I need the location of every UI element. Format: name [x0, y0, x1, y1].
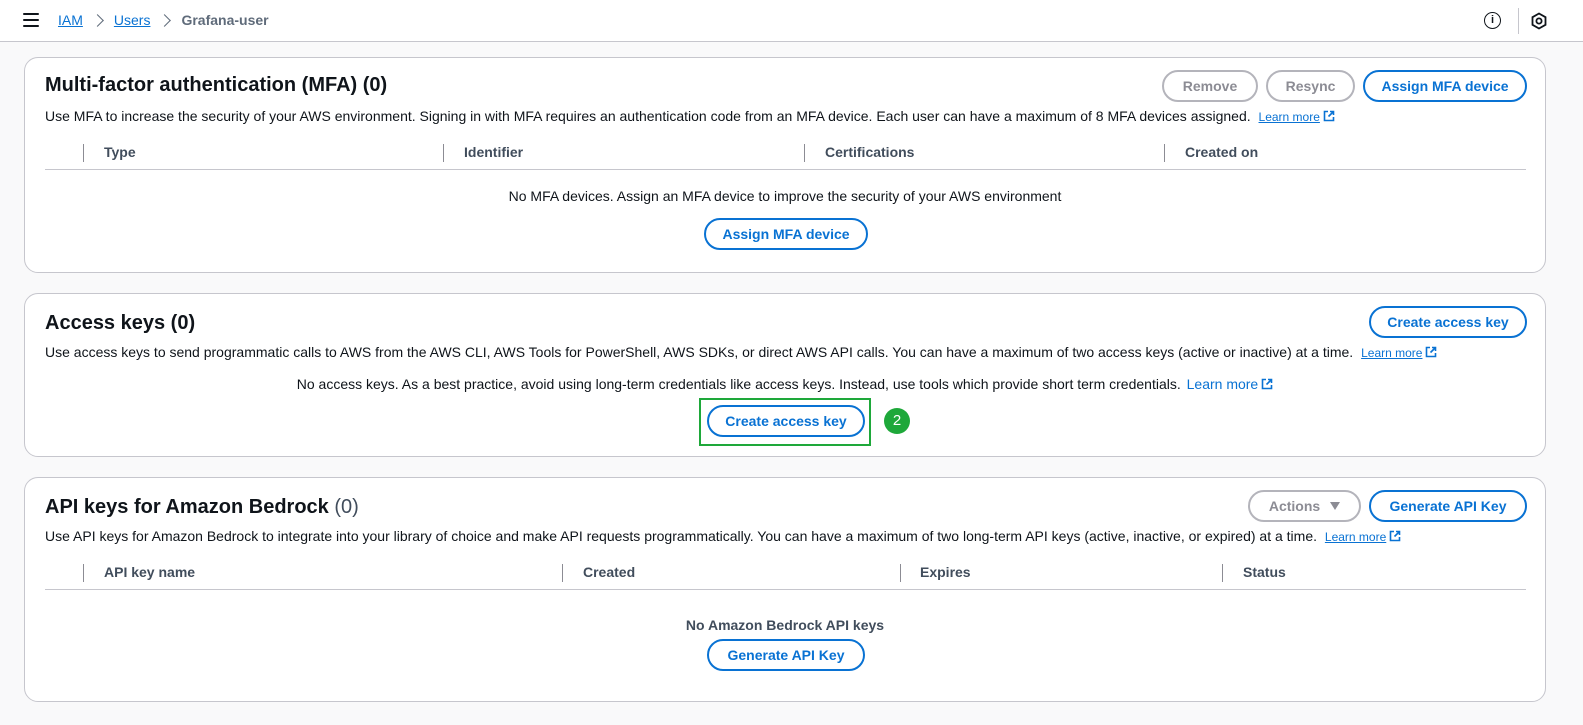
bedrock-learn-more-link[interactable]: Learn more — [1325, 530, 1386, 544]
resync-button[interactable]: Resync — [1266, 70, 1355, 102]
column-status[interactable]: Status — [1243, 564, 1286, 580]
column-divider — [1222, 564, 1223, 582]
divider — [1518, 8, 1519, 34]
mfa-panel: Multi-factor authentication (MFA) (0) Re… — [24, 57, 1546, 273]
column-identifier[interactable]: Identifier — [464, 144, 523, 160]
column-created-on[interactable]: Created on — [1185, 144, 1258, 160]
external-link-icon — [1261, 378, 1273, 390]
bedrock-title: API keys for Amazon Bedrock (0) — [45, 496, 359, 519]
top-navigation-bar: IAM Users Grafana-user i — [0, 0, 1583, 42]
breadcrumb-users[interactable]: Users — [114, 12, 151, 28]
access-keys-empty-text: No access keys. As a best practice, avoi… — [296, 376, 1181, 392]
hamburger-icon[interactable] — [23, 13, 39, 27]
remove-button[interactable]: Remove — [1162, 70, 1258, 102]
bedrock-description-text: Use API keys for Amazon Bedrock to integ… — [45, 528, 1317, 544]
generate-api-key-button[interactable]: Generate API Key — [1369, 490, 1527, 522]
external-link-icon — [1426, 346, 1437, 358]
mfa-empty-state-text: No MFA devices. Assign an MFA device to … — [508, 188, 1062, 204]
column-divider — [804, 144, 805, 162]
breadcrumb: IAM Users Grafana-user — [58, 12, 269, 28]
column-created[interactable]: Created — [583, 564, 635, 580]
column-divider — [1164, 144, 1165, 162]
mfa-description-text: Use MFA to increase the security of your… — [45, 108, 1251, 124]
create-access-key-button[interactable]: Create access key — [1369, 306, 1527, 338]
column-expires[interactable]: Expires — [920, 564, 971, 580]
mfa-learn-more-link[interactable]: Learn more — [1259, 110, 1320, 124]
column-certifications[interactable]: Certifications — [825, 144, 914, 160]
actions-dropdown-button[interactable]: Actions — [1248, 490, 1361, 522]
access-keys-empty-state: No access keys. As a best practice, avoi… — [25, 376, 1545, 392]
column-api-key-name[interactable]: API key name — [104, 564, 195, 580]
bedrock-title-text: API keys for Amazon Bedrock — [45, 496, 329, 518]
column-divider — [443, 144, 444, 162]
generate-api-key-empty-button[interactable]: Generate API Key — [707, 639, 865, 671]
bedrock-description: Use API keys for Amazon Bedrock to integ… — [45, 528, 1401, 544]
access-keys-empty-learn-more-link[interactable]: Learn more — [1187, 376, 1259, 392]
access-keys-title: Access keys (0) — [45, 312, 196, 334]
bedrock-api-keys-panel: API keys for Amazon Bedrock (0) Actions … — [24, 477, 1546, 702]
info-icon[interactable]: i — [1484, 12, 1501, 29]
bedrock-empty-state-text: No Amazon Bedrock API keys — [685, 617, 885, 633]
column-divider — [83, 144, 84, 162]
hexagon-settings-icon[interactable] — [1530, 12, 1548, 30]
assign-mfa-device-empty-button[interactable]: Assign MFA device — [704, 218, 868, 250]
breadcrumb-iam[interactable]: IAM — [58, 12, 83, 28]
column-type[interactable]: Type — [104, 144, 136, 160]
mfa-table-header: Type Identifier Certifications Created o… — [45, 138, 1526, 170]
breadcrumb-current: Grafana-user — [181, 12, 269, 28]
chevron-right-icon — [158, 13, 172, 27]
caret-down-icon — [1330, 502, 1341, 510]
chevron-right-icon — [91, 13, 104, 27]
access-keys-description-text: Use access keys to send programmatic cal… — [45, 344, 1354, 360]
bedrock-count: (0) — [334, 496, 359, 518]
step-badge: 2 — [884, 408, 910, 434]
mfa-description: Use MFA to increase the security of your… — [45, 108, 1335, 124]
access-keys-learn-more-link[interactable]: Learn more — [1361, 346, 1422, 360]
mfa-title: Multi-factor authentication (MFA) (0) — [45, 74, 388, 96]
column-divider — [562, 564, 563, 582]
external-link-icon — [1323, 110, 1335, 122]
create-access-key-empty-button[interactable]: Create access key — [707, 405, 865, 437]
access-keys-panel: Access keys (0) Create access key Use ac… — [24, 293, 1546, 457]
access-keys-description: Use access keys to send programmatic cal… — [45, 344, 1437, 360]
column-divider — [900, 564, 901, 582]
actions-label: Actions — [1268, 498, 1321, 514]
column-divider — [83, 564, 84, 582]
assign-mfa-device-button[interactable]: Assign MFA device — [1363, 70, 1527, 102]
external-link-icon — [1389, 530, 1401, 542]
bedrock-table-header: API key name Created Expires Status — [45, 558, 1526, 590]
